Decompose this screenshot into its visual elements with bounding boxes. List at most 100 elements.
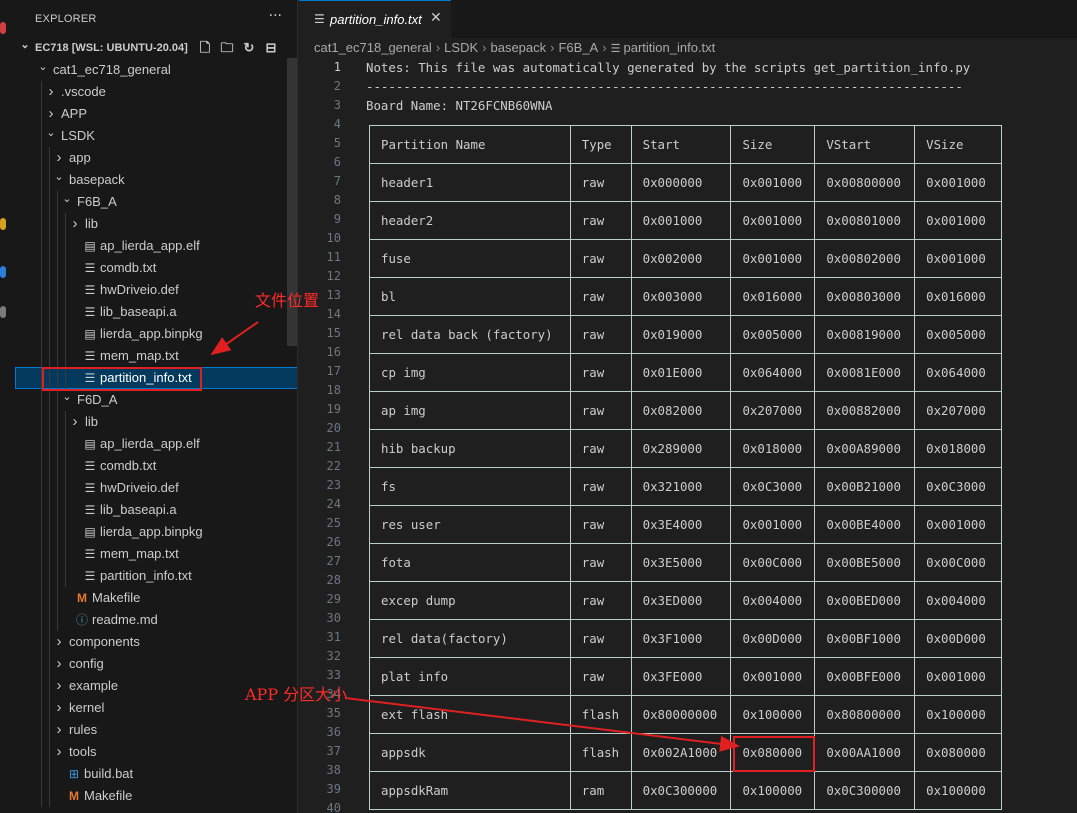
tree-item[interactable]: › .vscode xyxy=(15,81,297,103)
tree-item[interactable]: › tools xyxy=(15,741,297,763)
tree-item[interactable]: ⌄ basepack xyxy=(15,169,297,191)
workspace-root[interactable]: ⌄ EC718 [WSL: UBUNTU-20.04] 🗋 🗀 ↻ ⊟ xyxy=(15,37,297,59)
tree-item[interactable]: ☰ hwDriveio.def xyxy=(15,477,297,499)
tree-item[interactable]: ⌄ F6B_A xyxy=(15,191,297,213)
table-header-cell: VSize xyxy=(914,125,1002,164)
table-row: plat info raw 0x3FE000 0x001000 0x00BFE000 0x… xyxy=(369,657,1002,696)
tree-item[interactable]: M Makefile xyxy=(15,587,297,609)
tree-item[interactable]: ⊞ build.bat xyxy=(15,763,297,785)
tree-item[interactable]: ⌄ cat1_ec718_general xyxy=(15,59,297,81)
table-row: appsdk flash 0x002A1000 0x080000 0x00AA1000 0… xyxy=(369,733,1002,772)
source-control-icon[interactable] xyxy=(0,306,6,318)
indent-guide xyxy=(41,499,42,521)
breadcrumb-item[interactable]: F6B_A xyxy=(558,40,598,55)
indent-guide xyxy=(57,279,58,301)
line-number: 23 xyxy=(326,478,341,492)
tree-item[interactable]: ▤ ap_lierda_app.elf xyxy=(15,433,297,455)
tree-item[interactable]: › components xyxy=(15,631,297,653)
tree-item[interactable]: ⌄ F6D_A xyxy=(15,389,297,411)
tree-item[interactable]: ▤ ap_lierda_app.elf xyxy=(15,235,297,257)
table-cell: 0x00802000 xyxy=(814,239,916,278)
table-row: fota raw 0x3E5000 0x00C000 0x00BE5000 0x00C00… xyxy=(369,543,1002,582)
indent-guide xyxy=(57,521,58,543)
close-icon[interactable]: ✕ xyxy=(430,10,442,26)
table-cell: 0x018000 xyxy=(914,429,1002,468)
table-cell: 0x004000 xyxy=(914,581,1002,620)
table-cell: 0x00C000 xyxy=(914,543,1002,582)
indent-guide xyxy=(49,191,50,213)
line-number: 31 xyxy=(326,630,341,644)
breadcrumb-item[interactable]: basepack xyxy=(490,40,546,55)
table-cell: fuse xyxy=(369,239,571,278)
table-cell: raw xyxy=(569,315,632,354)
new-file-icon[interactable]: 🗋 xyxy=(197,37,213,59)
tree-item[interactable]: › lib xyxy=(15,411,297,433)
tree-item[interactable]: M Makefile xyxy=(15,785,297,807)
tree-item[interactable]: › config xyxy=(15,653,297,675)
tree-item[interactable]: › rules xyxy=(15,719,297,741)
chevron-right-icon: › xyxy=(56,633,62,650)
indent-guide xyxy=(49,543,50,565)
tree-item[interactable]: ☰ comdb.txt xyxy=(15,257,297,279)
indent-guide xyxy=(41,389,42,411)
tree-item-label: config xyxy=(69,656,104,671)
tree-item-label: lierda_app.binpkg xyxy=(100,326,203,341)
tree-item[interactable]: ☰ comdb.txt xyxy=(15,455,297,477)
indent-guide xyxy=(49,433,50,455)
tree-item[interactable]: ☰ lib_baseapi.a xyxy=(15,499,297,521)
table-cell: 0x00803000 xyxy=(814,277,916,316)
indent-guide xyxy=(65,235,66,257)
table-cell: raw xyxy=(569,581,632,620)
table-row: header1 raw 0x000000 0x001000 0x00800000 0x00… xyxy=(369,163,1002,202)
tree-item[interactable]: ⌄ LSDK xyxy=(15,125,297,147)
tree-item[interactable]: ☰ mem_map.txt xyxy=(15,543,297,565)
table-cell: 0x080000 xyxy=(914,733,1002,772)
tree-item[interactable]: › lib xyxy=(15,213,297,235)
breadcrumb-item[interactable]: partition_info.txt xyxy=(624,40,716,55)
indent-guide xyxy=(65,499,66,521)
table-cell: 0x207000 xyxy=(730,391,816,430)
tab-partition-info[interactable]: ☰ partition_info.txt ✕ xyxy=(299,0,451,38)
tree-item[interactable]: ☰ partition_info.txt xyxy=(15,565,297,587)
table-cell: 0x001000 xyxy=(730,163,816,202)
line-number: 1 xyxy=(333,60,341,74)
breadcrumb-item[interactable]: LSDK xyxy=(444,40,478,55)
tree-item-label: lib_baseapi.a xyxy=(100,304,177,319)
text-file-icon: ☰ xyxy=(84,547,96,561)
tree-item[interactable]: ▤ lierda_app.binpkg xyxy=(15,521,297,543)
tab-label: partition_info.txt xyxy=(330,12,422,27)
tree-item-label: example xyxy=(69,678,119,693)
refresh-icon[interactable]: ↻ xyxy=(241,37,257,59)
explorer-icon[interactable] xyxy=(0,22,6,34)
line-number: 24 xyxy=(326,497,341,511)
tree-item[interactable]: ☰ mem_map.txt xyxy=(15,345,297,367)
info-icon: ⓘ xyxy=(75,613,88,627)
table-row: cp img raw 0x01E000 0x064000 0x0081E000 0x064… xyxy=(369,353,1002,392)
table-cell: raw xyxy=(569,163,632,202)
table-cell: raw xyxy=(569,277,632,316)
new-folder-icon[interactable]: 🗀 xyxy=(219,37,235,59)
tree-item[interactable]: › APP xyxy=(15,103,297,125)
indent-guide xyxy=(49,301,50,323)
debug-icon[interactable] xyxy=(0,218,6,230)
table-cell: 0x3FE000 xyxy=(630,657,732,696)
indent-guide xyxy=(65,433,66,455)
table-cell: 0x002A1000 xyxy=(630,733,732,772)
collapse-all-icon[interactable]: ⊟ xyxy=(263,37,279,59)
indent-guide xyxy=(65,521,66,543)
table-cell: 0x005000 xyxy=(730,315,816,354)
breadcrumb-item[interactable]: cat1_ec718_general xyxy=(314,40,432,55)
tree-item[interactable]: ▤ lierda_app.binpkg xyxy=(15,323,297,345)
table-cell: 0x00B21000 xyxy=(814,467,916,506)
line-number: 28 xyxy=(326,573,341,587)
remote-icon[interactable] xyxy=(0,266,6,278)
text-file-icon: ☰ xyxy=(84,503,96,517)
table-cell: 0x3ED000 xyxy=(630,581,732,620)
indent-guide xyxy=(57,257,58,279)
code-content[interactable]: Notes: This file was automatically gener… xyxy=(366,58,1066,115)
table-cell: raw xyxy=(569,505,632,544)
table-cell: ap img xyxy=(369,391,571,430)
more-actions-icon[interactable]: ··· xyxy=(269,8,282,24)
table-cell: 0x082000 xyxy=(630,391,732,430)
tree-item[interactable]: ⓘ readme.md xyxy=(15,609,297,631)
